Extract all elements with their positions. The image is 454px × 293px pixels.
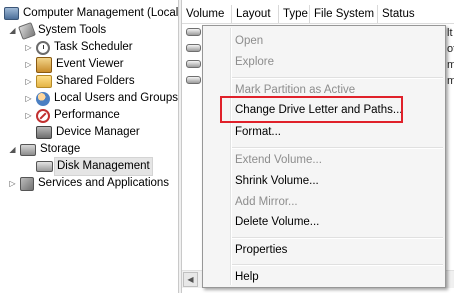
menu-item-open[interactable]: Open bbox=[235, 30, 263, 52]
status-cell-edge: m bbox=[447, 59, 454, 71]
clock-icon bbox=[36, 40, 50, 55]
column-status[interactable]: Status bbox=[378, 5, 454, 23]
tree-item-label: Computer Management (Local bbox=[23, 7, 179, 19]
volume-icon bbox=[186, 28, 201, 36]
navigation-tree: Computer Management (Local ◢ System Tool… bbox=[0, 0, 178, 293]
tree-item-shared-folders[interactable]: ▷ Shared Folders bbox=[24, 73, 135, 90]
expand-arrow-icon[interactable]: ▷ bbox=[24, 111, 33, 120]
expand-arrow-icon[interactable]: ▷ bbox=[24, 43, 33, 52]
tree-item-label: Services and Applications bbox=[38, 177, 170, 189]
tree-item-system-tools[interactable]: ◢ System Tools bbox=[8, 21, 107, 40]
storage-icon bbox=[20, 143, 36, 156]
menu-separator bbox=[232, 264, 443, 266]
menu-item-add-mirror[interactable]: Add Mirror... bbox=[235, 191, 298, 213]
menu-item-delete-volume[interactable]: Delete Volume... bbox=[235, 211, 319, 233]
menu-item-properties[interactable]: Properties bbox=[235, 239, 287, 261]
tools-icon bbox=[18, 21, 36, 40]
tree-item-storage[interactable]: ◢ Storage bbox=[8, 141, 80, 158]
tree-item-label: Storage bbox=[40, 143, 81, 155]
column-header: Volume Layout Type File System Status bbox=[182, 5, 454, 24]
tree-item-label: Shared Folders bbox=[56, 75, 135, 87]
tree-item-label: Performance bbox=[54, 109, 120, 121]
tree-item-label: System Tools bbox=[38, 24, 107, 36]
tree-item-device-manager[interactable]: Device Manager bbox=[36, 124, 140, 141]
tree-item-label: Device Manager bbox=[56, 126, 140, 138]
expand-arrow-icon[interactable]: ▷ bbox=[24, 77, 33, 86]
tree-item-label: Disk Management bbox=[54, 157, 153, 176]
collapse-arrow-icon[interactable]: ◢ bbox=[8, 26, 17, 35]
performance-icon bbox=[36, 108, 50, 123]
volume-icon bbox=[186, 76, 201, 84]
tree-item-task-scheduler[interactable]: ▷ Task Scheduler bbox=[24, 39, 133, 56]
tree-item-label: Task Scheduler bbox=[54, 41, 133, 53]
expand-arrow-icon[interactable]: ▷ bbox=[24, 94, 33, 103]
column-volume[interactable]: Volume bbox=[182, 5, 232, 23]
tree-item-disk-management[interactable]: Disk Management bbox=[36, 157, 153, 176]
menu-item-extend-volume[interactable]: Extend Volume... bbox=[235, 149, 322, 171]
event-viewer-icon bbox=[36, 56, 52, 73]
folder-icon bbox=[36, 75, 52, 88]
menu-item-format[interactable]: Format... bbox=[235, 121, 281, 143]
status-cell-edge: m bbox=[447, 75, 454, 87]
expand-arrow-icon[interactable]: ▷ bbox=[8, 179, 17, 188]
highlight-box bbox=[220, 96, 403, 123]
tree-item-performance[interactable]: ▷ Performance bbox=[24, 107, 120, 124]
context-menu: Open Explore Mark Partition as Active Ch… bbox=[202, 25, 446, 288]
disk-icon bbox=[36, 161, 53, 172]
services-icon bbox=[20, 176, 34, 191]
status-cell-edge: lt bbox=[447, 27, 453, 39]
device-manager-icon bbox=[36, 126, 52, 139]
collapse-arrow-icon[interactable]: ◢ bbox=[8, 145, 17, 154]
tree-item-label: Event Viewer bbox=[56, 58, 124, 70]
tree-item-services-applications[interactable]: ▷ Services and Applications bbox=[8, 175, 169, 192]
tree-item-event-viewer[interactable]: ▷ Event Viewer bbox=[24, 56, 124, 73]
expand-arrow-icon[interactable]: ▷ bbox=[24, 60, 33, 69]
menu-item-shrink-volume[interactable]: Shrink Volume... bbox=[235, 170, 319, 192]
volume-icon bbox=[186, 44, 201, 52]
users-icon bbox=[36, 91, 50, 106]
scroll-left-arrow-icon[interactable]: ◀ bbox=[183, 272, 198, 287]
tree-item-computer-management[interactable]: Computer Management (Local bbox=[4, 5, 178, 22]
tree-item-local-users-groups[interactable]: ▷ Local Users and Groups bbox=[24, 90, 178, 107]
menu-item-explore[interactable]: Explore bbox=[235, 51, 274, 73]
column-file-system[interactable]: File System bbox=[310, 5, 378, 23]
volume-icon bbox=[186, 60, 201, 68]
tree-item-label: Local Users and Groups bbox=[54, 92, 179, 104]
status-cell-edge: ot bbox=[447, 43, 454, 55]
computer-icon bbox=[4, 7, 19, 20]
column-type[interactable]: Type bbox=[279, 5, 310, 23]
menu-item-help[interactable]: Help bbox=[235, 266, 259, 288]
column-layout[interactable]: Layout bbox=[232, 5, 279, 23]
